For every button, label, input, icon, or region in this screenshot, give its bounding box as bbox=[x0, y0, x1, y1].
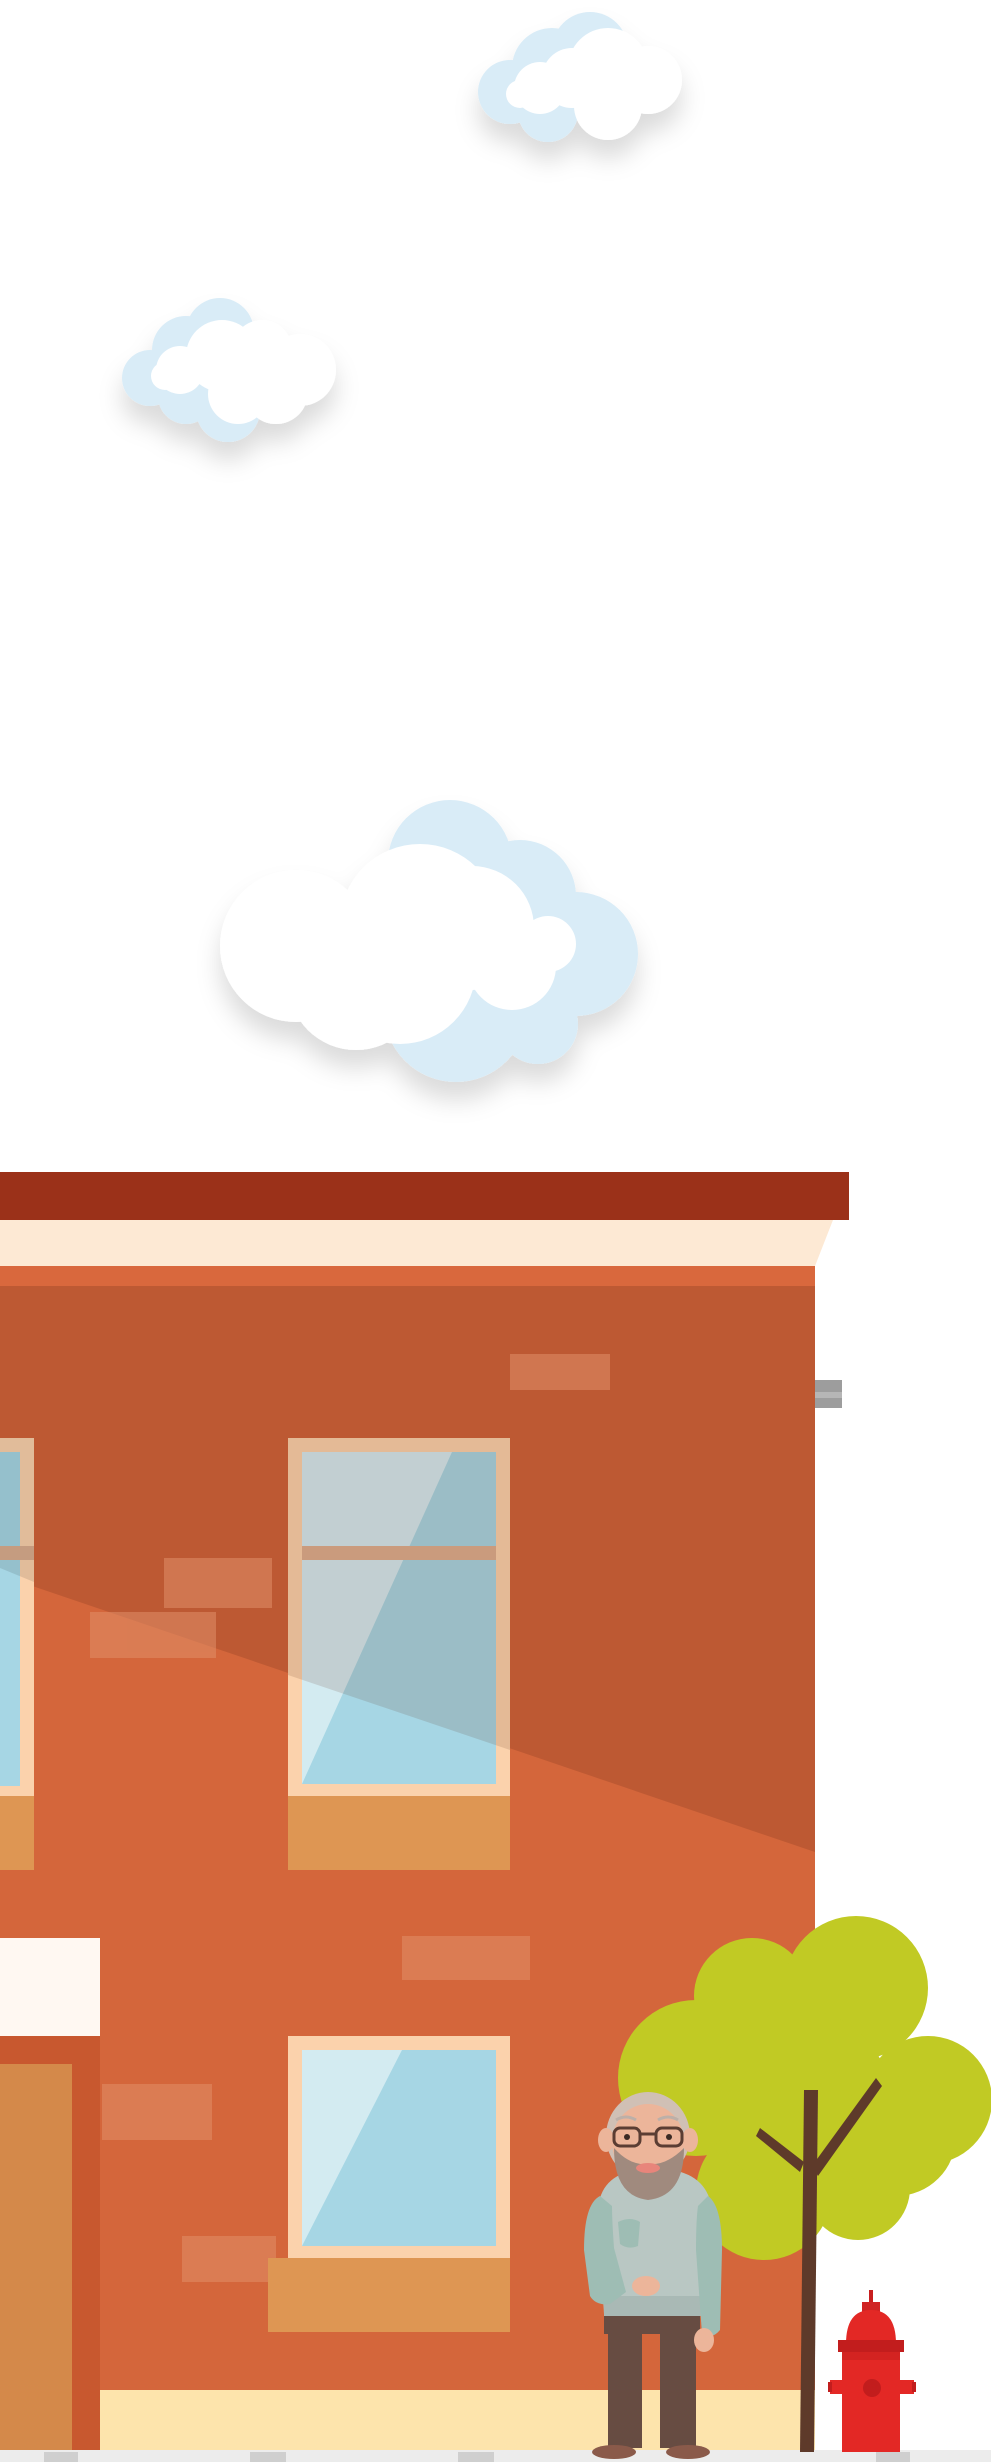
sidewalk bbox=[100, 2390, 815, 2452]
roof-trim bbox=[0, 1172, 849, 1220]
window-upper bbox=[288, 1438, 510, 1870]
street-scene bbox=[0, 0, 991, 2462]
wall-top-band bbox=[0, 1266, 815, 1286]
window-lower bbox=[268, 2036, 510, 2332]
door bbox=[0, 2064, 72, 2456]
door-header bbox=[0, 1938, 100, 2036]
cornice bbox=[0, 1220, 833, 1266]
window-left-upper bbox=[0, 1438, 34, 1870]
